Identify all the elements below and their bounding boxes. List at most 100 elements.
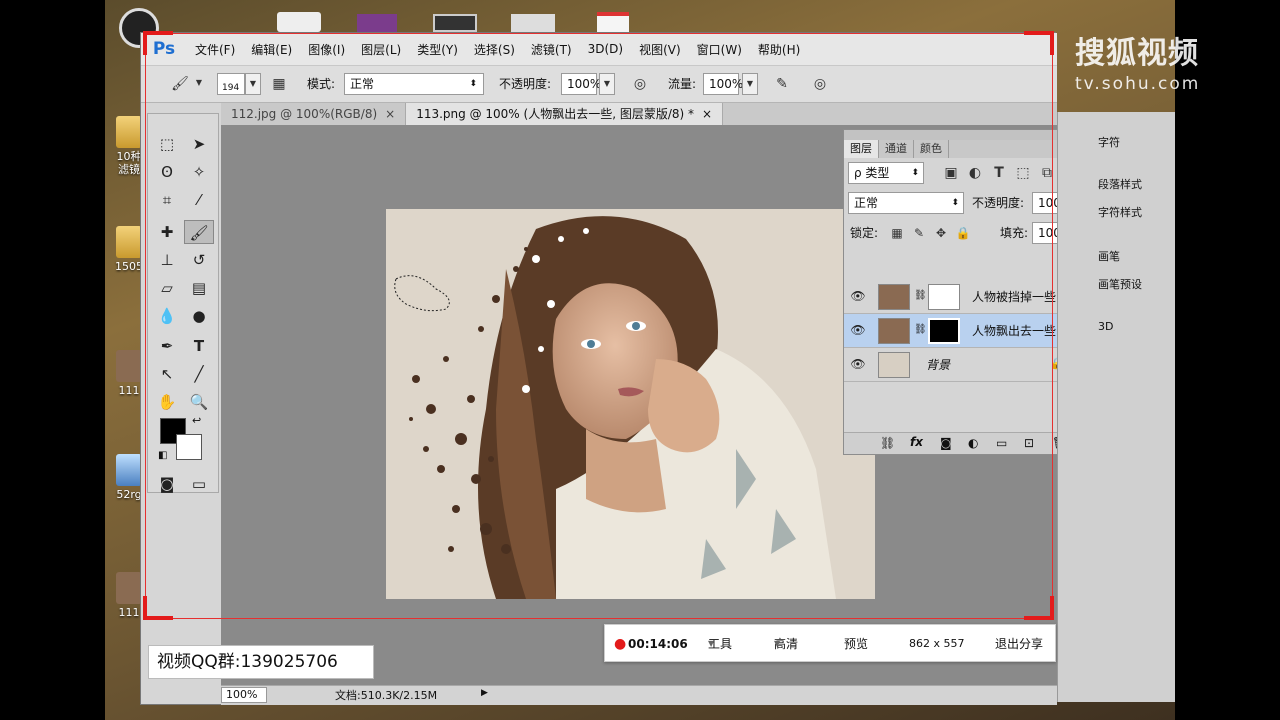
eyedropper-tool-icon[interactable]: ⁄ xyxy=(184,188,214,212)
layer-mask-thumbnail[interactable] xyxy=(928,318,960,344)
lock-pixels-icon[interactable]: ✎ xyxy=(908,222,930,244)
menu-help[interactable]: 帮助(H) xyxy=(750,41,808,58)
hand-tool-icon[interactable]: ✋ xyxy=(152,390,182,414)
link-icon[interactable]: ⛓ xyxy=(914,290,927,301)
screen-mode-icon[interactable]: ▭ xyxy=(184,472,214,496)
dodge-tool-icon[interactable]: ● xyxy=(184,304,214,328)
brush-tool-preset-icon[interactable]: 🖌 xyxy=(169,73,191,95)
menu-image[interactable]: 图像(I) xyxy=(300,41,353,58)
app-icon[interactable] xyxy=(277,12,321,32)
line-tool-icon[interactable]: ╱ xyxy=(184,362,214,386)
lock-all-icon[interactable]: 🔒 xyxy=(952,222,974,244)
tab-113-png[interactable]: 113.png @ 100% (人物飘出去一些, 图层蒙版/8) * × xyxy=(406,103,724,125)
fx-icon[interactable]: fx xyxy=(910,435,923,449)
document-image[interactable] xyxy=(386,209,875,599)
menu-edit[interactable]: 编辑(E) xyxy=(243,41,300,58)
add-mask-icon[interactable]: ◙ xyxy=(940,436,952,450)
brush-size-field[interactable]: 194 xyxy=(217,73,245,95)
adjustment-layer-icon[interactable]: ◐ xyxy=(968,436,978,450)
menu-view[interactable]: 视图(V) xyxy=(631,41,689,58)
menu-type[interactable]: 类型(Y) xyxy=(409,41,466,58)
airbrush-icon[interactable]: ✎ xyxy=(771,73,793,95)
type-tool-icon[interactable]: T xyxy=(184,334,214,358)
link-icon[interactable]: ⛓ xyxy=(914,324,927,335)
lock-position-icon[interactable]: ✥ xyxy=(930,222,952,244)
menu-window[interactable]: 窗口(W) xyxy=(689,41,750,58)
menu-filter[interactable]: 滤镜(T) xyxy=(523,41,580,58)
path-select-tool-icon[interactable]: ↖ xyxy=(152,362,182,386)
brush-size-dropdown[interactable]: ▼ xyxy=(245,73,261,95)
brush-panel-icon[interactable]: ▦ xyxy=(268,73,290,95)
swap-colors-icon[interactable]: ↩ xyxy=(192,414,201,427)
chevron-down-icon[interactable]: ▼ xyxy=(191,73,207,95)
dock-brush-presets[interactable]: 画笔预设 xyxy=(1098,276,1142,292)
monitor-icon[interactable] xyxy=(433,14,477,32)
dock-character-style[interactable]: 字符样式 xyxy=(1098,204,1142,220)
layer-mask-thumbnail[interactable] xyxy=(928,284,960,310)
filter-smart-icon[interactable]: ⧉ xyxy=(1036,162,1058,184)
flow-dropdown[interactable]: ▼ xyxy=(742,73,758,95)
opacity-dropdown[interactable]: ▼ xyxy=(599,73,615,95)
filter-pixel-icon[interactable]: ▣ xyxy=(940,162,962,184)
pen-tool-icon[interactable]: ✒ xyxy=(152,334,182,358)
dock-paragraph-style[interactable]: 段落样式 xyxy=(1098,176,1142,192)
tab-color[interactable]: 颜色 xyxy=(914,140,949,158)
background-color-swatch[interactable] xyxy=(176,434,202,460)
exit-share-button[interactable]: 退出分享 xyxy=(995,625,1043,663)
layer-row-selected[interactable]: 👁 ⛓ 人物飘出去一些 xyxy=(844,314,1080,348)
healing-brush-tool-icon[interactable]: ✚ xyxy=(152,220,182,244)
calendar-icon[interactable] xyxy=(597,12,629,32)
eye-icon[interactable]: 👁 xyxy=(850,357,866,371)
app-icon[interactable] xyxy=(511,14,555,32)
blur-tool-icon[interactable]: 💧 xyxy=(152,304,182,328)
layer-filter-select[interactable]: ρ 类型 ⬍ xyxy=(848,162,924,184)
zoom-tool-icon[interactable]: 🔍 xyxy=(184,390,214,414)
brush-tool-icon[interactable]: 🖌 xyxy=(184,220,214,244)
default-colors-icon[interactable]: ◧ xyxy=(158,450,167,461)
quick-select-tool-icon[interactable]: ✧ xyxy=(184,160,214,184)
preview-button[interactable]: 预览 xyxy=(844,625,868,663)
filter-adjust-icon[interactable]: ◐ xyxy=(964,162,986,184)
tab-112-jpg[interactable]: 112.jpg @ 100%(RGB/8) × xyxy=(221,103,407,125)
gradient-tool-icon[interactable]: ▤ xyxy=(184,276,214,300)
new-layer-icon[interactable]: ⊡ xyxy=(1024,436,1034,450)
play-icon[interactable]: ▶ xyxy=(481,688,488,698)
lasso-tool-icon[interactable]: ʘ xyxy=(152,160,182,184)
filter-shape-icon[interactable]: ⬚ xyxy=(1012,162,1034,184)
blend-mode-select[interactable]: 正常 ⬍ xyxy=(848,192,964,214)
crop-tool-icon[interactable]: ⌗ xyxy=(152,188,182,212)
marquee-tool-icon[interactable]: ⬚ xyxy=(152,132,182,156)
pressure-size-icon[interactable]: ◎ xyxy=(809,73,831,95)
menu-file[interactable]: 文件(F) xyxy=(187,41,243,58)
filter-type-icon[interactable]: T xyxy=(988,162,1010,184)
flow-field[interactable]: 100% xyxy=(703,73,743,95)
menu-select[interactable]: 选择(S) xyxy=(466,41,523,58)
mode-select[interactable]: 正常 ⬍ xyxy=(344,73,484,95)
pressure-opacity-icon[interactable]: ◎ xyxy=(629,73,651,95)
close-icon[interactable]: × xyxy=(385,107,395,121)
new-group-icon[interactable]: ▭ xyxy=(996,436,1007,450)
tab-channels[interactable]: 通道 xyxy=(879,140,914,158)
layer-row[interactable]: 👁 ⛓ 人物被挡掉一些 xyxy=(844,280,1080,314)
history-brush-tool-icon[interactable]: ↺ xyxy=(184,248,214,272)
lock-transparent-icon[interactable]: ▦ xyxy=(886,222,908,244)
dock-character[interactable]: 字符 xyxy=(1098,134,1120,150)
menu-3d[interactable]: 3D(D) xyxy=(580,42,631,56)
dock-3d[interactable]: 3D xyxy=(1098,320,1113,333)
dock-brush[interactable]: 画笔 xyxy=(1098,248,1120,264)
clone-stamp-tool-icon[interactable]: ⊥ xyxy=(152,248,182,272)
eye-icon[interactable]: 👁 xyxy=(850,323,866,337)
opacity-field[interactable]: 100% xyxy=(561,73,601,95)
link-layers-icon[interactable]: ⛓ xyxy=(880,436,895,450)
eye-icon[interactable]: 👁 xyxy=(850,289,866,303)
zoom-field[interactable]: 100% xyxy=(221,687,267,703)
close-icon[interactable]: × xyxy=(702,107,712,121)
layer-row[interactable]: 👁 背景 🔒 xyxy=(844,348,1080,382)
menu-layer[interactable]: 图层(L) xyxy=(353,41,409,58)
panel-grip[interactable] xyxy=(844,130,1092,140)
archive-icon[interactable] xyxy=(357,14,397,32)
move-tool-icon[interactable]: ➤ xyxy=(184,132,214,156)
eraser-tool-icon[interactable]: ▱ xyxy=(152,276,182,300)
tab-layers[interactable]: 图层 xyxy=(844,140,879,158)
quick-mask-icon[interactable]: ◙ xyxy=(152,472,182,496)
